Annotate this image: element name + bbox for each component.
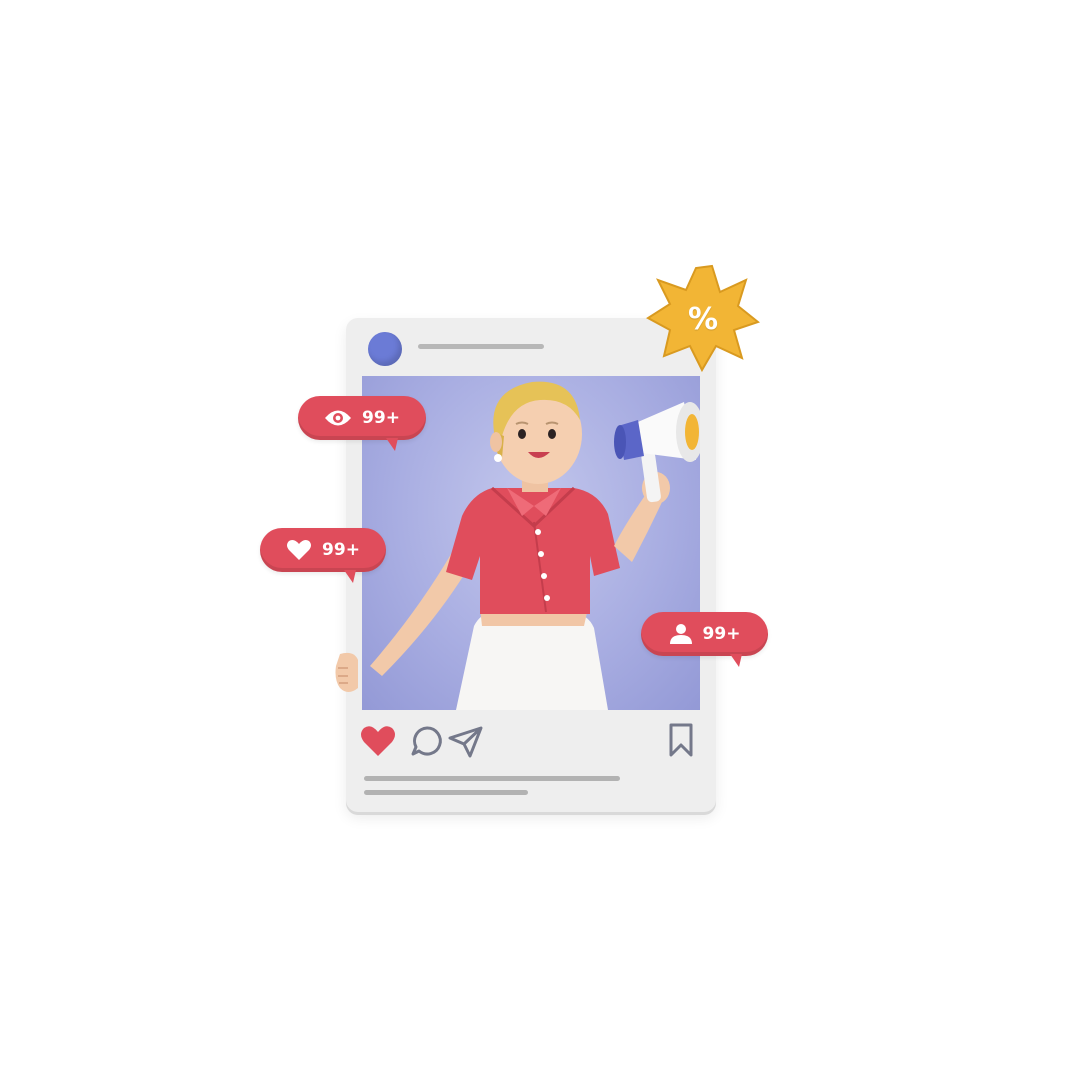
heart-icon [287, 540, 312, 560]
post-actions-bar [360, 722, 702, 762]
hand-illustration [335, 652, 358, 692]
username-placeholder-line [418, 344, 544, 349]
bookmark-icon[interactable] [668, 722, 694, 758]
views-count: 99+ [362, 408, 400, 428]
eye-icon [325, 410, 352, 426]
heart-filled-icon[interactable] [360, 724, 396, 758]
followers-count: 99+ [702, 624, 741, 644]
caption-placeholder-line [364, 790, 528, 795]
discount-badge[interactable]: % [646, 264, 761, 374]
user-icon [669, 624, 692, 644]
caption-placeholder-line [364, 776, 620, 781]
avatar[interactable] [368, 332, 402, 366]
views-count-bubble[interactable]: 99+ [298, 396, 426, 451]
likes-count: 99+ [322, 540, 360, 560]
social-post-card [346, 318, 716, 812]
followers-count-bubble[interactable]: 99+ [641, 612, 768, 667]
paper-plane-icon[interactable] [448, 726, 484, 758]
likes-count-bubble[interactable]: 99+ [260, 528, 386, 583]
discount-symbol: % [687, 301, 719, 337]
megaphone-icon [614, 402, 700, 503]
comment-bubble-icon[interactable] [410, 724, 444, 758]
